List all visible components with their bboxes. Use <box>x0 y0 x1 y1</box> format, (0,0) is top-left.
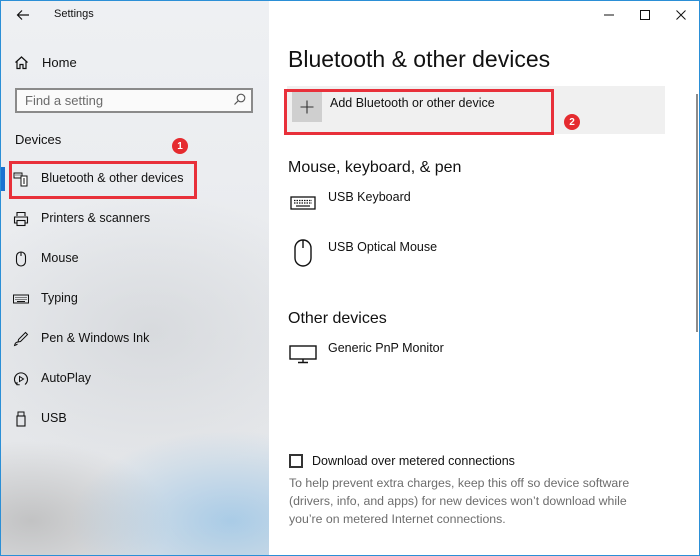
add-device-label: Add Bluetooth or other device <box>330 96 495 110</box>
settings-window: Settings Home Devices <box>0 0 700 556</box>
usb-icon <box>13 411 29 427</box>
group-title-other-devices: Other devices <box>288 310 387 327</box>
metered-connections-checkbox[interactable] <box>289 454 303 468</box>
app-title: Settings <box>54 8 94 20</box>
pen-icon <box>13 331 29 347</box>
sidebar-item-label: Typing <box>41 291 78 305</box>
metered-connections-checkbox-row[interactable]: Download over metered connections <box>289 452 515 470</box>
section-label-devices: Devices <box>15 132 62 147</box>
plus-icon <box>292 92 322 122</box>
sidebar-item-typing[interactable]: Typing <box>1 279 269 319</box>
mouse-icon <box>13 251 29 267</box>
device-item[interactable]: Generic PnP Monitor <box>288 339 668 369</box>
sidebar-item-usb[interactable]: USB <box>1 399 269 439</box>
annotation-badge-1: 1 <box>172 138 188 154</box>
monitor-icon <box>288 339 318 369</box>
scrollbar[interactable] <box>696 94 698 332</box>
sidebar-item-mouse[interactable]: Mouse <box>1 239 269 279</box>
sidebar-item-label: Printers & scanners <box>41 211 151 225</box>
search-input[interactable] <box>17 90 225 111</box>
nav-home-label: Home <box>42 54 77 70</box>
annotation-badge-2: 2 <box>564 114 580 130</box>
sidebar-item-pen[interactable]: Pen & Windows Ink <box>1 319 269 359</box>
back-button[interactable] <box>11 4 35 26</box>
sidebar-item-label: AutoPlay <box>41 371 92 385</box>
window-controls <box>591 1 699 29</box>
group-title-input-devices: Mouse, keyboard, & pen <box>288 159 462 176</box>
autoplay-icon <box>13 371 29 387</box>
arrow-left-icon <box>16 10 29 20</box>
bluetooth-devices-icon <box>13 171 29 187</box>
nav-list: Bluetooth & other devices Printers & sca… <box>1 159 269 439</box>
home-icon <box>15 55 28 69</box>
device-item[interactable]: USB Keyboard <box>288 188 668 218</box>
sidebar-item-bluetooth[interactable]: Bluetooth & other devices <box>1 159 269 199</box>
metered-connections-label: Download over metered connections <box>312 454 515 468</box>
sidebar: Settings Home Devices <box>1 1 269 555</box>
sidebar-item-label: Mouse <box>41 251 79 265</box>
keyboard-icon <box>13 291 29 307</box>
minimize-icon <box>604 14 614 16</box>
sidebar-item-label: USB <box>41 411 67 425</box>
sidebar-item-printers[interactable]: Printers & scanners <box>1 199 269 239</box>
title-bar: Settings <box>1 1 269 31</box>
device-name: USB Optical Mouse <box>328 240 438 254</box>
sidebar-item-autoplay[interactable]: AutoPlay <box>1 359 269 399</box>
search-icon[interactable] <box>233 93 246 106</box>
device-name: USB Keyboard <box>328 190 411 204</box>
sidebar-item-label: Bluetooth & other devices <box>41 171 184 185</box>
minimize-button[interactable] <box>591 1 627 29</box>
printer-icon <box>13 211 29 227</box>
nav-home[interactable]: Home <box>14 51 254 73</box>
add-device-button[interactable]: Add Bluetooth or other device <box>287 86 665 134</box>
maximize-icon <box>640 10 650 20</box>
mouse-icon <box>288 238 318 268</box>
close-button[interactable] <box>663 1 699 29</box>
device-item[interactable]: USB Optical Mouse <box>288 238 668 268</box>
search-box[interactable] <box>15 88 253 113</box>
sidebar-item-label: Pen & Windows Ink <box>41 331 150 345</box>
close-icon <box>676 10 686 20</box>
keyboard-icon <box>288 188 318 218</box>
maximize-button[interactable] <box>627 1 663 29</box>
page-title: Bluetooth & other devices <box>288 46 551 72</box>
metered-help-text: To help prevent extra charges, keep this… <box>289 476 630 526</box>
device-name: Generic PnP Monitor <box>328 341 444 355</box>
main-content: Bluetooth & other devices Add Bluetooth … <box>269 1 699 555</box>
